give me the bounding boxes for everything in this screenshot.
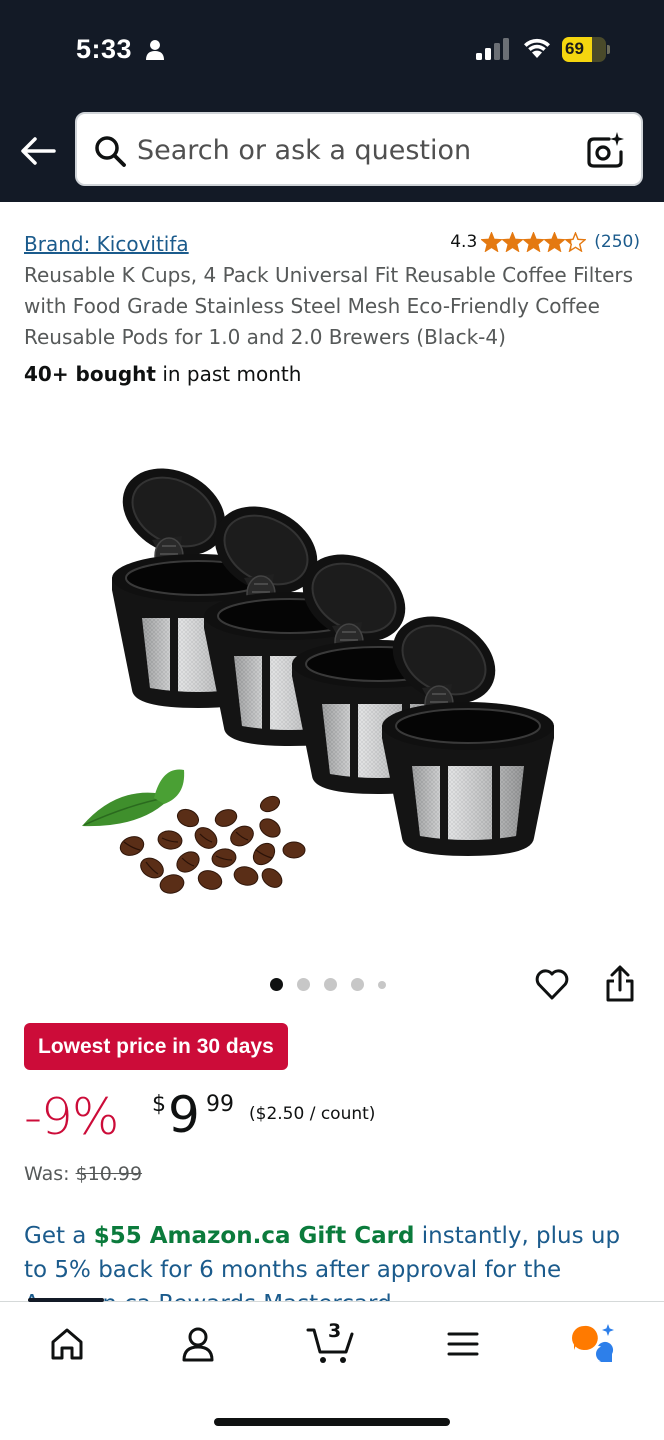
brand-link[interactable]: Brand: Kicovitifa <box>24 232 189 256</box>
search-icon[interactable] <box>93 134 127 168</box>
price-fraction: 99 <box>206 1092 234 1117</box>
star-full-icon <box>523 232 545 252</box>
star-full-icon <box>481 232 503 252</box>
price-currency: $ <box>152 1092 166 1117</box>
menu-icon[interactable] <box>441 1322 485 1366</box>
account-icon[interactable] <box>176 1322 220 1366</box>
carousel-dot[interactable] <box>351 978 364 991</box>
carousel-dot[interactable] <box>297 978 310 991</box>
image-carousel-dots[interactable] <box>270 978 400 991</box>
carousel-dot[interactable] <box>324 978 337 991</box>
battery-percent: 69 <box>565 39 584 58</box>
price-whole: 9 <box>168 1086 200 1144</box>
credit-card-promo[interactable]: Get a $55 Amazon.ca Gift Card instantly,… <box>24 1219 642 1301</box>
battery-icon: 69 <box>562 37 610 62</box>
bought-in-past-month: 40+ bought in past month <box>24 362 301 386</box>
was-price: Was: $10.99 <box>24 1163 142 1185</box>
home-icon[interactable] <box>45 1322 89 1366</box>
was-amount: $10.99 <box>75 1163 143 1185</box>
star-half-icon <box>565 232 587 252</box>
bottom-tab-bar: 3 <box>0 1298 664 1440</box>
rufus-assistant-icon[interactable] <box>570 1322 614 1366</box>
cart-count: 3 <box>328 1320 342 1342</box>
share-icon[interactable] <box>604 964 636 1004</box>
rating-value: 4.3 <box>450 232 478 252</box>
app-header: 5:33 69 <box>0 0 664 202</box>
status-time: 5:33 <box>76 34 133 64</box>
search-bar[interactable] <box>75 112 643 186</box>
signal-icon <box>476 38 509 60</box>
carousel-dot[interactable] <box>270 978 283 991</box>
rating-stars <box>481 232 587 252</box>
rating-summary[interactable]: 4.3 (250) <box>450 232 640 252</box>
home-indicator[interactable] <box>214 1418 450 1426</box>
review-count-link[interactable]: (250) <box>594 232 640 252</box>
promo-lead: Get a <box>24 1223 94 1249</box>
bought-period: in past month <box>155 362 302 386</box>
promo-gift-card: $55 Amazon.ca Gift Card <box>93 1223 415 1249</box>
search-input[interactable] <box>137 127 567 173</box>
carousel-dot[interactable] <box>378 980 386 989</box>
star-full-icon <box>544 232 566 252</box>
back-arrow-icon[interactable] <box>18 132 58 170</box>
product-title: Reusable K Cups, 4 Pack Universal Fit Re… <box>24 263 634 349</box>
camera-search-icon[interactable] <box>585 130 625 170</box>
product-image[interactable] <box>60 400 604 940</box>
bought-count: 40+ bought <box>24 362 156 386</box>
heart-icon[interactable] <box>534 966 570 1002</box>
active-tab-indicator <box>28 1298 104 1302</box>
star-full-icon <box>502 232 524 252</box>
status-bar: 5:33 69 <box>0 0 664 100</box>
was-label: Was: <box>24 1163 76 1185</box>
wifi-icon <box>524 38 550 58</box>
unit-price: ($2.50 / count) <box>249 1104 376 1124</box>
cart-button[interactable]: 3 <box>306 1320 356 1366</box>
deal-badge: Lowest price in 30 days <box>24 1023 288 1070</box>
person-icon <box>146 40 164 60</box>
discount-percent: -9% <box>24 1088 119 1146</box>
